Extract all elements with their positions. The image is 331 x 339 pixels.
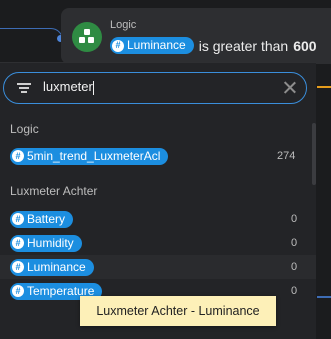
variable-pill[interactable]: # Luminance xyxy=(110,37,194,54)
hash-icon: # xyxy=(12,150,24,162)
hash-icon: # xyxy=(12,237,24,249)
list-item[interactable]: # 5min_trend_LuxmeterAcl 274 xyxy=(0,144,316,168)
variable-pill-label: Humidity xyxy=(27,235,74,250)
hash-icon: # xyxy=(12,285,24,297)
variable-pill-label: 5min_trend_LuxmeterAcl xyxy=(27,148,161,163)
variable-pill: # 5min_trend_LuxmeterAcl xyxy=(10,147,169,165)
connection-wire-blue xyxy=(317,296,331,298)
hash-icon: # xyxy=(12,261,24,273)
usage-count: 274 xyxy=(277,150,296,162)
group-label: Luxmeter Achter xyxy=(10,184,98,198)
search-input[interactable]: luxmeter xyxy=(43,79,273,97)
list-item[interactable]: # Battery 0 xyxy=(0,207,316,231)
variable-pill-label: Luminance xyxy=(127,38,186,52)
condition-value: 600 xyxy=(293,37,317,54)
logic-node[interactable]: Logic # Luminance is greater than 600 xyxy=(61,8,331,64)
connection-wire xyxy=(0,28,63,41)
connection-wire-orange xyxy=(317,86,331,88)
usage-count: 0 xyxy=(291,285,298,297)
variable-pill: # Humidity xyxy=(10,234,82,252)
logic-node-icon xyxy=(72,22,102,52)
variable-pill-label: Battery xyxy=(27,211,66,226)
flow-canvas[interactable]: Logic # Luminance is greater than 600 lu… xyxy=(0,0,331,339)
clear-icon[interactable] xyxy=(283,81,296,94)
node-title: Logic xyxy=(110,19,137,31)
variable-pill-label: Luminance xyxy=(27,259,86,274)
condition-operator: is greater than xyxy=(198,37,289,54)
usage-count: 0 xyxy=(291,261,298,273)
text-caret xyxy=(92,80,94,95)
usage-count: 0 xyxy=(291,213,298,225)
variable-pill: # Luminance xyxy=(10,258,94,276)
usage-count: 0 xyxy=(291,237,298,249)
node-condition: # Luminance is greater than 600 xyxy=(110,37,317,54)
search-input-value: luxmeter xyxy=(43,79,93,94)
group-label: Logic xyxy=(10,122,39,136)
hash-icon: # xyxy=(12,213,24,225)
list-item[interactable]: # Luminance 0 xyxy=(0,255,316,279)
list-item[interactable]: # Humidity 0 xyxy=(0,231,316,255)
search-box[interactable]: luxmeter xyxy=(3,72,307,104)
hash-icon: # xyxy=(112,39,124,52)
filter-icon[interactable] xyxy=(17,83,31,93)
variable-pill: # Battery xyxy=(10,210,74,228)
tooltip: Luxmeter Achter - Luminance xyxy=(80,296,276,326)
